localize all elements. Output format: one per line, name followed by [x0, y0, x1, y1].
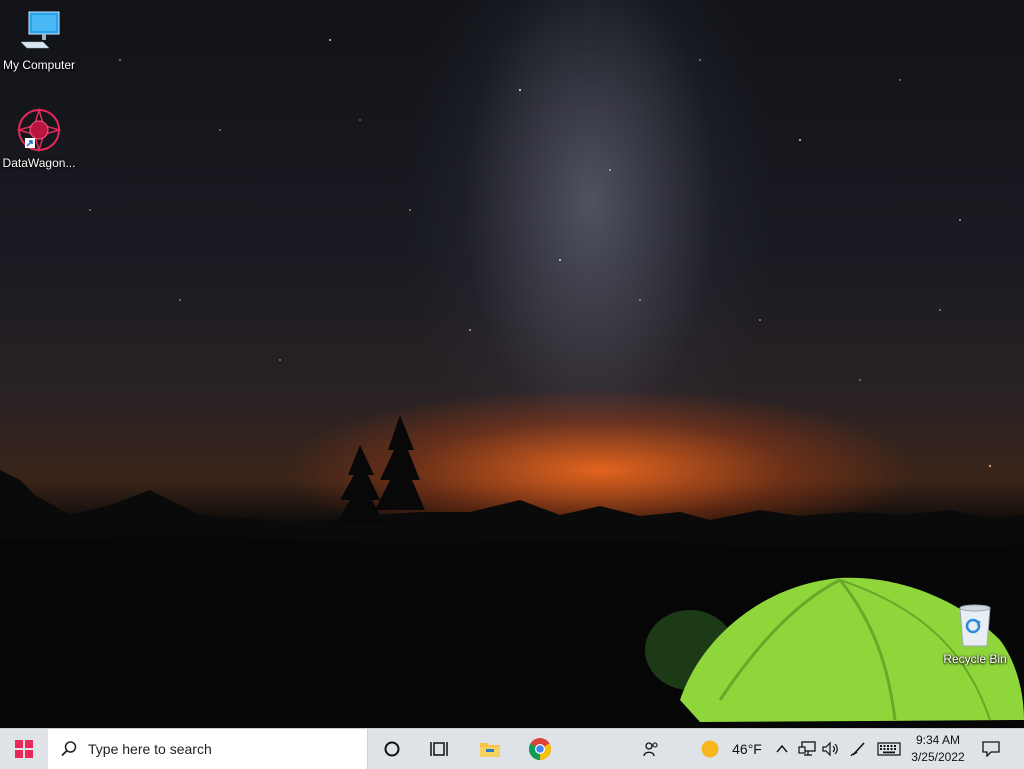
volume-icon — [822, 741, 838, 757]
volume-button[interactable] — [820, 729, 842, 769]
computer-icon — [20, 11, 60, 49]
network-icon — [798, 741, 816, 756]
chevron-up-icon — [776, 744, 788, 753]
file-explorer-button[interactable] — [466, 729, 514, 769]
search-placeholder: Type here to search — [88, 741, 212, 757]
desktop-icon-label: DataWagon... — [2, 156, 76, 170]
action-center-button[interactable] — [976, 729, 1006, 769]
recycle-bin-icon — [959, 604, 991, 647]
weather-widget[interactable]: 46°F — [694, 729, 768, 769]
desktop-icon-label: Recycle Bin — [943, 652, 1007, 666]
wallpaper-scene — [0, 39, 1024, 728]
pen-workspace-button[interactable] — [846, 729, 870, 769]
weather-temperature: 46°F — [732, 741, 762, 757]
clock-time: 9:34 AM — [915, 733, 961, 747]
desktop-icon-recycle-bin[interactable]: Recycle Bin — [936, 602, 1014, 666]
desktop-icon-my-computer[interactable]: My Computer — [0, 8, 78, 72]
sun-icon — [701, 740, 719, 758]
search-icon — [61, 741, 77, 757]
datawagon-app-icon — [16, 107, 62, 153]
desktop-wallpaper: My Computer DataWagon... Recycle Bin — [0, 0, 1024, 728]
taskbar: Type here to search 46°F 9:34 AM 3/25/20… — [0, 728, 1024, 769]
cortana-icon — [384, 741, 400, 757]
keyboard-icon — [877, 742, 901, 756]
network-button[interactable] — [795, 729, 819, 769]
clock-date: 3/25/2022 — [911, 750, 965, 764]
pen-icon — [850, 742, 865, 757]
desktop-icon-label: My Computer — [2, 58, 76, 72]
people-button[interactable] — [636, 729, 666, 769]
cortana-button[interactable] — [368, 729, 416, 769]
notification-icon — [982, 741, 1000, 757]
start-button[interactable] — [0, 729, 48, 769]
chrome-button[interactable] — [516, 729, 564, 769]
taskbar-search-box[interactable]: Type here to search — [48, 729, 368, 769]
people-icon — [643, 742, 658, 757]
chrome-icon — [529, 738, 551, 760]
task-view-icon — [430, 742, 448, 756]
windows-logo-icon — [15, 740, 33, 758]
show-hidden-icons-button[interactable] — [772, 729, 792, 769]
task-view-button[interactable] — [416, 729, 464, 769]
taskbar-clock[interactable]: 9:34 AM 3/25/2022 — [900, 729, 976, 769]
file-explorer-icon — [480, 743, 500, 757]
desktop-icon-datawagon[interactable]: DataWagon... — [0, 106, 78, 170]
